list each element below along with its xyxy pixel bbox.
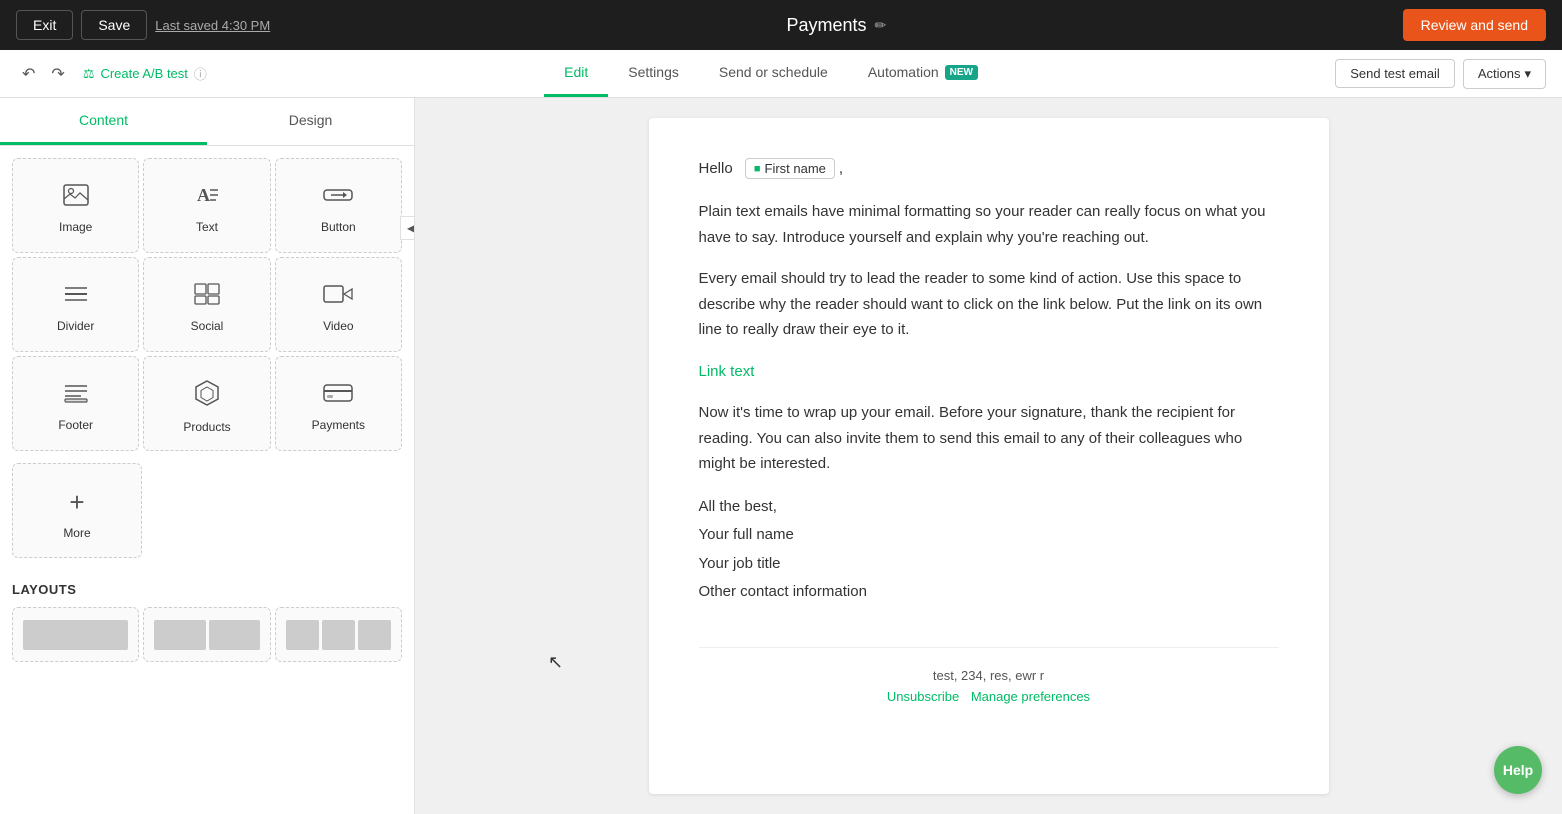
ab-info-icon: ⓘ xyxy=(194,64,207,83)
last-saved: Last saved 4:30 PM xyxy=(155,18,270,33)
email-paragraph-3: Now it's time to wrap up your email. Bef… xyxy=(699,400,1279,477)
sidebar-tabs: Content Design xyxy=(0,98,414,146)
block-more[interactable]: + More xyxy=(12,463,142,558)
more-block-icon: + xyxy=(69,487,84,518)
edit-title-icon[interactable]: ✏ xyxy=(875,17,887,34)
collapse-sidebar-button[interactable]: ◀◀ xyxy=(400,216,415,240)
link-text[interactable]: Link text xyxy=(699,363,755,380)
block-footer[interactable]: Footer xyxy=(12,356,139,451)
block-text[interactable]: A Text xyxy=(143,158,270,253)
undo-button[interactable]: ↶ xyxy=(16,60,41,88)
social-block-icon xyxy=(194,283,220,311)
divider-block-label: Divider xyxy=(57,319,94,333)
create-ab-label: Create A/B test xyxy=(100,66,187,81)
signature-line-2: Your full name xyxy=(699,521,1279,550)
unsubscribe-link[interactable]: Unsubscribe xyxy=(887,689,959,704)
create-ab-test[interactable]: ⚖ Create A/B test ⓘ xyxy=(83,64,207,83)
block-image[interactable]: Image xyxy=(12,158,139,253)
manage-preferences-link[interactable]: Manage preferences xyxy=(971,689,1090,704)
text-block-label: Text xyxy=(196,220,218,234)
button-block-icon xyxy=(323,184,353,212)
block-products[interactable]: Products xyxy=(143,356,270,451)
sidebar-tab-content[interactable]: Content xyxy=(0,98,207,145)
review-and-send-button[interactable]: Review and send xyxy=(1403,9,1546,41)
page-title: Payments ✏ xyxy=(786,15,886,36)
svg-text:A: A xyxy=(197,185,210,205)
send-test-email-button[interactable]: Send test email xyxy=(1335,59,1455,88)
tab-automation[interactable]: Automation NEW xyxy=(848,50,998,97)
first-name-token[interactable]: ■ First name xyxy=(745,158,835,179)
footer-block-label: Footer xyxy=(58,418,93,432)
undo-redo-group: ↶ ↷ xyxy=(16,60,71,88)
layout-single[interactable] xyxy=(12,607,139,662)
layouts-title: LAYOUTS xyxy=(12,582,402,597)
ab-icon: ⚖ xyxy=(83,66,95,82)
block-video[interactable]: Video xyxy=(275,257,402,352)
actions-label: Actions xyxy=(1478,66,1521,81)
footer-link-separator xyxy=(963,689,967,704)
email-container[interactable]: Hello ■ First name , Plain text emails h… xyxy=(649,118,1329,794)
new-badge: NEW xyxy=(945,65,978,80)
first-name-label: First name xyxy=(765,161,826,176)
tab-send-schedule[interactable]: Send or schedule xyxy=(699,50,848,97)
email-paragraph-2: Every email should try to lead the reade… xyxy=(699,266,1279,343)
video-block-icon xyxy=(323,283,353,311)
greeting-comma: , xyxy=(839,160,843,177)
email-paragraph-1: Plain text emails have minimal formattin… xyxy=(699,199,1279,250)
text-block-icon: A xyxy=(194,184,220,212)
signature-line-1: All the best, xyxy=(699,493,1279,522)
blocks-grid: Image A Text xyxy=(0,146,414,463)
more-block-label: More xyxy=(63,526,90,540)
payments-block-icon xyxy=(323,382,353,410)
top-bar-left: Exit Save Last saved 4:30 PM xyxy=(16,10,270,40)
second-bar-right: Send test email Actions ▾ xyxy=(1335,59,1546,89)
payments-block-label: Payments xyxy=(312,418,365,432)
image-block-icon xyxy=(63,184,89,212)
footer-links: Unsubscribe Manage preferences xyxy=(699,689,1279,704)
token-icon: ■ xyxy=(754,163,761,175)
tab-settings[interactable]: Settings xyxy=(608,50,699,97)
signature-line-3: Your job title xyxy=(699,550,1279,579)
block-payments[interactable]: Payments xyxy=(275,356,402,451)
email-signature: All the best, Your full name Your job ti… xyxy=(699,493,1279,607)
top-bar: Exit Save Last saved 4:30 PM Payments ✏ … xyxy=(0,0,1562,50)
image-block-label: Image xyxy=(59,220,92,234)
tab-edit[interactable]: Edit xyxy=(544,50,608,97)
layouts-section: LAYOUTS xyxy=(0,570,414,674)
block-divider[interactable]: Divider xyxy=(12,257,139,352)
title-text: Payments xyxy=(786,15,866,36)
email-footer: test, 234, res, ewr r Unsubscribe Manage… xyxy=(699,647,1279,704)
nav-tabs: Edit Settings Send or schedule Automatio… xyxy=(544,50,998,97)
email-body: Plain text emails have minimal formattin… xyxy=(699,199,1279,477)
help-button[interactable]: Help xyxy=(1494,746,1542,794)
products-block-label: Products xyxy=(183,420,230,434)
main-layout: Content Design ◀◀ Image A xyxy=(0,98,1562,814)
block-button[interactable]: Button xyxy=(275,158,402,253)
sidebar: Content Design ◀◀ Image A xyxy=(0,98,415,814)
content-area: Hello ■ First name , Plain text emails h… xyxy=(415,98,1562,814)
redo-button[interactable]: ↷ xyxy=(45,60,70,88)
button-block-label: Button xyxy=(321,220,356,234)
signature-line-4: Other contact information xyxy=(699,578,1279,607)
layout-two-col[interactable] xyxy=(143,607,270,662)
exit-button[interactable]: Exit xyxy=(16,10,73,40)
greeting-text: Hello xyxy=(699,160,733,177)
social-block-label: Social xyxy=(191,319,224,333)
footer-info: test, 234, res, ewr r xyxy=(699,668,1279,683)
save-button[interactable]: Save xyxy=(81,10,147,40)
actions-button[interactable]: Actions ▾ xyxy=(1463,59,1546,89)
sidebar-tab-design[interactable]: Design xyxy=(207,98,414,145)
second-bar-left: ↶ ↷ ⚖ Create A/B test ⓘ xyxy=(16,60,207,88)
video-block-label: Video xyxy=(323,319,353,333)
divider-block-icon xyxy=(63,283,89,311)
layouts-grid xyxy=(12,607,402,662)
email-greeting: Hello ■ First name , xyxy=(699,158,1279,179)
footer-block-icon xyxy=(63,382,89,410)
block-social[interactable]: Social xyxy=(143,257,270,352)
automation-label: Automation xyxy=(868,64,939,80)
layout-three-col[interactable] xyxy=(275,607,402,662)
chevron-down-icon: ▾ xyxy=(1524,66,1531,82)
second-bar: ↶ ↷ ⚖ Create A/B test ⓘ Edit Settings Se… xyxy=(0,50,1562,98)
products-block-icon xyxy=(194,380,220,412)
